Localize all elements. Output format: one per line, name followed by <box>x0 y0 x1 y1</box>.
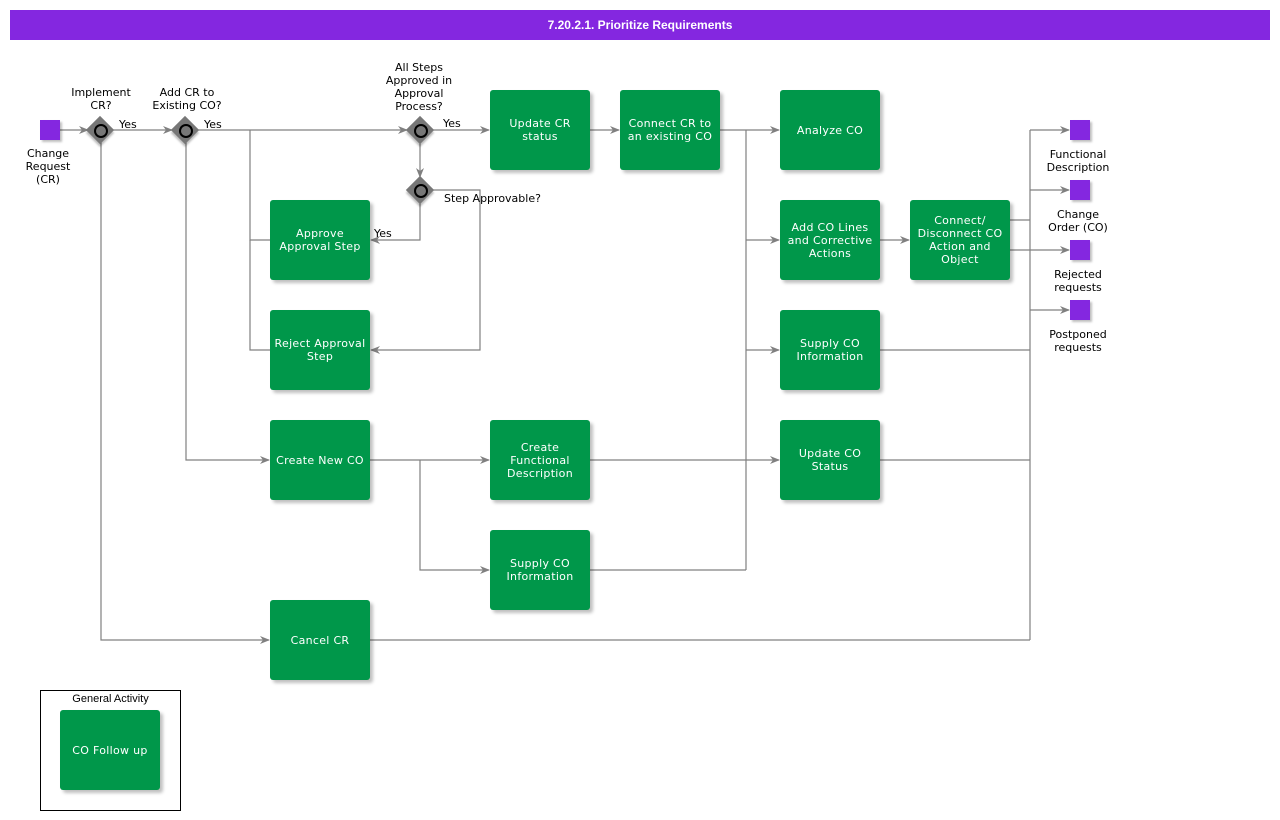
task-update-co-status[interactable]: Update CO Status <box>780 420 880 500</box>
end-event-label: Rejected requests <box>1054 268 1102 294</box>
task-add-co-lines[interactable]: Add CO Lines and Corrective Actions <box>780 200 880 280</box>
legend-general-activity: General Activity CO Follow up <box>40 690 181 811</box>
gateway-circle-icon <box>94 124 108 138</box>
legend-title: General Activity <box>72 693 149 705</box>
task-co-follow-up[interactable]: CO Follow up <box>60 710 160 790</box>
gateway-step-approvable-yes: Yes <box>374 227 392 240</box>
end-event-change-order[interactable] <box>1070 180 1090 200</box>
gateway-add-cr-to-existing-co[interactable] <box>170 115 200 145</box>
task-update-cr-status[interactable]: Update CR status <box>490 90 590 170</box>
end-event-label: Functional Description <box>1046 148 1110 174</box>
flow-approve-loop <box>249 130 270 241</box>
flow-addco-no <box>185 142 270 464</box>
task-supply-co-information-new[interactable]: Supply CO Information <box>490 530 590 610</box>
task-reject-approval-step[interactable]: Reject Approval Step <box>270 310 370 390</box>
task-supply-co-information[interactable]: Supply CO Information <box>780 310 880 390</box>
gateway-implement-cr-label: Implement CR? <box>71 86 131 112</box>
gateway-step-approvable[interactable] <box>405 175 435 205</box>
task-approve-approval-step[interactable]: Approve Approval Step <box>270 200 370 280</box>
start-event-change-request[interactable] <box>40 120 60 140</box>
task-analyze-co[interactable]: Analyze CO <box>780 90 880 170</box>
gateway-implement-cr[interactable] <box>85 115 115 145</box>
gateway-all-steps-approved[interactable] <box>405 115 435 145</box>
gateway-circle-icon <box>414 124 428 138</box>
end-event-label: Postponed requests <box>1049 328 1107 354</box>
gateway-circle-icon <box>179 124 193 138</box>
gateway-implement-cr-yes: Yes <box>119 118 137 131</box>
task-create-functional-description[interactable]: Create Functional Description <box>490 420 590 500</box>
gateway-circle-icon <box>414 184 428 198</box>
task-connect-cr-existing-co[interactable]: Connect CR to an existing CO <box>620 90 720 170</box>
task-create-new-co[interactable]: Create New CO <box>270 420 370 500</box>
gateway-all-steps-yes: Yes <box>443 117 461 130</box>
flow-implement-no <box>100 142 270 644</box>
gateway-all-steps-label: All Steps Approved in Approval Process? <box>385 61 453 113</box>
gateway-add-cr-label: Add CR to Existing CO? <box>152 86 222 112</box>
task-cancel-cr[interactable]: Cancel CR <box>270 600 370 680</box>
task-connect-disconnect-co[interactable]: Connect/ Disconnect CO Action and Object <box>910 200 1010 280</box>
end-event-postponed-requests[interactable] <box>1070 300 1090 320</box>
start-event-label: Change Request (CR) <box>25 147 71 186</box>
end-event-functional-description[interactable] <box>1070 120 1090 140</box>
end-event-label: Change Order (CO) <box>1048 208 1108 234</box>
flow-approvable-no <box>370 189 481 354</box>
gateway-add-cr-yes: Yes <box>204 118 222 131</box>
flow-create-supply <box>419 460 490 574</box>
end-event-rejected-requests[interactable] <box>1070 240 1090 260</box>
flow-reject-loop <box>249 240 270 351</box>
gateway-step-approvable-label: Step Approvable? <box>444 192 541 205</box>
